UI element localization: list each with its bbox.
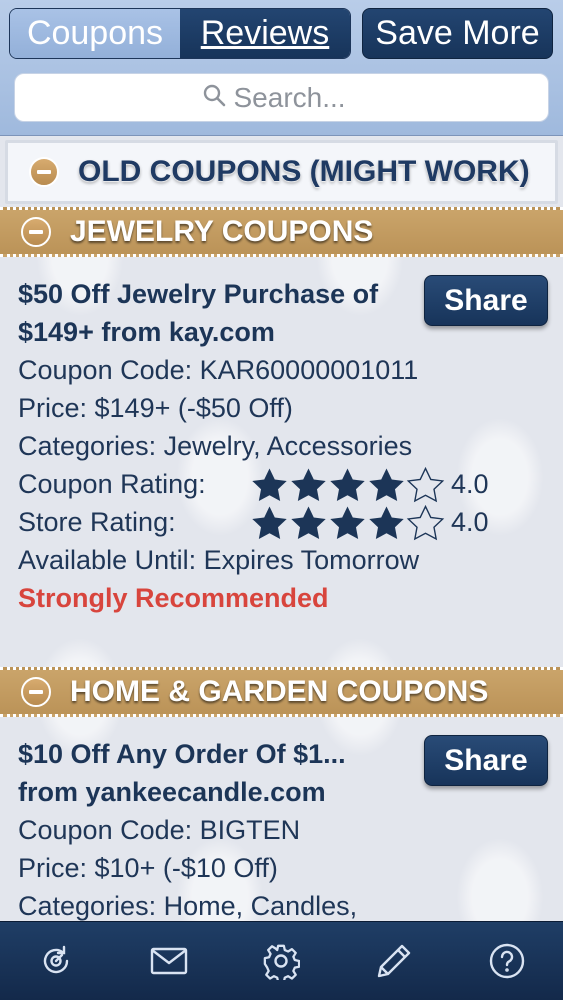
- coupon-price: Price: $149+ (-$50 Off): [18, 393, 293, 423]
- collapse-icon: [21, 217, 51, 247]
- coupon-title: $50 Off Jewelry Purchase of $149+ from k…: [18, 279, 379, 347]
- gear-icon[interactable]: [259, 939, 303, 983]
- coupon-title: $10 Off Any Order Of $1... from yankeeca…: [18, 739, 346, 807]
- star-filled-icon: [369, 467, 404, 501]
- section-header-jewelry[interactable]: JEWELRY COUPONS: [0, 207, 563, 257]
- section-header-old-coupons[interactable]: OLD COUPONS (MIGHT WORK): [5, 140, 558, 204]
- coupon-categories: Categories: Jewelry, Accessories: [18, 431, 413, 461]
- tab-reviews[interactable]: Reviews: [180, 9, 350, 58]
- star-filled-icon: [291, 505, 326, 539]
- collapse-icon: [29, 157, 59, 187]
- coupon-rating-stars: [250, 466, 445, 503]
- segmented-control: Coupons Reviews: [9, 8, 351, 59]
- share-button[interactable]: Share: [424, 275, 548, 326]
- coupon-price: Price: $10+ (-$10 Off): [18, 853, 278, 883]
- pencil-icon[interactable]: [372, 939, 416, 983]
- search-field[interactable]: [14, 73, 549, 122]
- search-icon: [202, 83, 226, 112]
- coupon-item[interactable]: Share $50 Off Jewelry Purchase of $149+ …: [18, 275, 548, 617]
- collapse-icon: [21, 677, 51, 707]
- mail-icon[interactable]: [147, 939, 191, 983]
- bottom-toolbar: [0, 921, 563, 1000]
- coupon-item[interactable]: Share $10 Off Any Order Of $1... from ya…: [18, 735, 548, 921]
- star-filled-icon: [252, 467, 287, 501]
- coupon-code: Coupon Code: BIGTEN: [18, 815, 301, 845]
- section-title: HOME & GARDEN COUPONS: [70, 675, 489, 708]
- coupon-rating-label: Coupon Rating:: [18, 469, 206, 499]
- store-rating-label: Store Rating:: [18, 507, 176, 537]
- star-filled-icon: [369, 505, 404, 539]
- coupon-list[interactable]: OLD COUPONS (MIGHT WORK) JEWELRY COUPONS…: [0, 137, 563, 921]
- search-input[interactable]: [233, 81, 362, 114]
- coupon-availability: Available Until: Expires Tomorrow: [18, 545, 420, 575]
- header: Coupons Reviews Save More: [0, 0, 563, 136]
- recommendation-label: Strongly Recommended: [18, 583, 329, 613]
- coupon-rating-row: Coupon Rating: 4.0: [18, 465, 548, 503]
- coupon-code: Coupon Code: KAR60000001011: [18, 355, 419, 385]
- star-filled-icon: [330, 467, 365, 501]
- star-filled-icon: [291, 467, 326, 501]
- tab-coupons[interactable]: Coupons: [10, 9, 180, 58]
- star-filled-icon: [330, 505, 365, 539]
- section-header-home-garden[interactable]: HOME & GARDEN COUPONS: [0, 667, 563, 717]
- star-empty-icon: [406, 466, 445, 502]
- store-rating-value: 4.0: [451, 507, 489, 537]
- refresh-icon[interactable]: [34, 939, 78, 983]
- share-button[interactable]: Share: [424, 735, 548, 786]
- coupon-categories: Categories: Home, Candles,: [18, 891, 358, 921]
- section-title: JEWELRY COUPONS: [70, 215, 374, 248]
- save-more-button[interactable]: Save More: [362, 8, 553, 59]
- store-rating-row: Store Rating: 4.0: [18, 503, 548, 541]
- star-filled-icon: [252, 505, 287, 539]
- help-icon[interactable]: [485, 939, 529, 983]
- section-title: OLD COUPONS (MIGHT WORK): [78, 155, 530, 188]
- star-empty-icon: [406, 504, 445, 540]
- coupon-rating-value: 4.0: [451, 469, 489, 499]
- store-rating-stars: [250, 504, 445, 541]
